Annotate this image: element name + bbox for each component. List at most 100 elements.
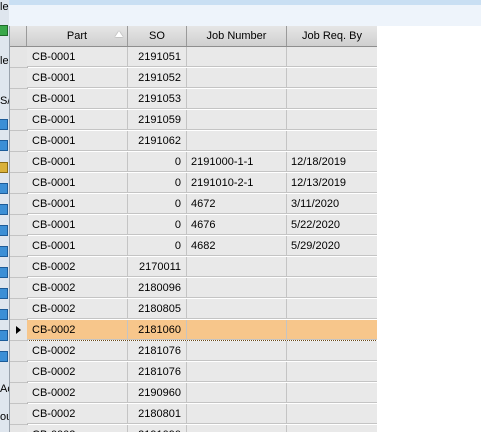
job-number-cell[interactable]: [187, 299, 287, 319]
row-selector[interactable]: [10, 131, 28, 152]
row-selector[interactable]: [10, 215, 28, 236]
row-selector[interactable]: [10, 404, 28, 425]
job-number-cell[interactable]: [187, 47, 287, 67]
table-row[interactable]: CB-0002 2170011: [10, 257, 378, 278]
table-row[interactable]: CB-0002 2180801: [10, 404, 378, 425]
part-cell[interactable]: CB-0002: [27, 383, 128, 403]
part-cell[interactable]: CB-0001: [27, 131, 128, 151]
row-selector[interactable]: [10, 110, 28, 131]
job-number-cell[interactable]: 2191010-2-1: [187, 173, 287, 193]
part-cell[interactable]: CB-0001: [27, 110, 128, 130]
job-number-cell[interactable]: [187, 89, 287, 109]
table-row[interactable]: CB-0001 2191052: [10, 68, 378, 89]
row-selector[interactable]: [10, 383, 28, 404]
job-req-by-cell[interactable]: [287, 110, 378, 130]
table-row[interactable]: CB-0002 2180096: [10, 278, 378, 299]
job-req-by-cell[interactable]: [287, 47, 378, 67]
part-cell[interactable]: CB-0001: [27, 194, 128, 214]
table-row[interactable]: CB-0001 0 4672 3/11/2020: [10, 194, 378, 215]
part-cell[interactable]: CB-0001: [27, 215, 128, 235]
so-cell[interactable]: 2170011: [128, 257, 187, 277]
part-cell[interactable]: CB-0002: [27, 320, 128, 340]
job-number-cell[interactable]: [187, 131, 287, 151]
column-header-part[interactable]: Part: [27, 26, 128, 46]
job-number-cell[interactable]: [187, 383, 287, 403]
so-cell[interactable]: 2191059: [128, 110, 187, 130]
job-req-by-cell[interactable]: [287, 278, 378, 298]
table-row[interactable]: CB-0002 2180805: [10, 299, 378, 320]
table-row[interactable]: CB-0001 2191062: [10, 131, 378, 152]
table-row[interactable]: CB-0002 2190960: [10, 383, 378, 404]
so-cell[interactable]: 2191053: [128, 89, 187, 109]
part-cell[interactable]: CB-0002: [27, 299, 128, 319]
table-row[interactable]: CB-0002 2181076: [10, 341, 378, 362]
job-req-by-cell[interactable]: [287, 299, 378, 319]
row-selector[interactable]: [10, 278, 28, 299]
job-number-cell[interactable]: [187, 110, 287, 130]
part-cell[interactable]: CB-0002: [27, 278, 128, 298]
so-cell[interactable]: 2181076: [128, 362, 187, 382]
table-row[interactable]: CB-0001 0 2191000-1-1 12/18/2019: [10, 152, 378, 173]
job-req-by-cell[interactable]: [287, 341, 378, 361]
part-cell[interactable]: CB-0001: [27, 68, 128, 88]
job-req-by-cell[interactable]: 5/29/2020: [287, 236, 378, 256]
table-row[interactable]: CB-0001 0 2191010-2-1 12/13/2019: [10, 173, 378, 194]
row-selector[interactable]: [10, 257, 28, 278]
row-selector-header[interactable]: [10, 26, 27, 46]
job-number-cell[interactable]: [187, 425, 287, 432]
column-header-so[interactable]: SO: [128, 26, 187, 46]
so-cell[interactable]: 2180805: [128, 299, 187, 319]
job-req-by-cell[interactable]: [287, 404, 378, 424]
row-selector[interactable]: [10, 89, 28, 110]
so-cell[interactable]: 2190960: [128, 383, 187, 403]
part-cell[interactable]: CB-0001: [27, 89, 128, 109]
so-cell[interactable]: 2180096: [128, 278, 187, 298]
so-cell[interactable]: 2191062: [128, 131, 187, 151]
row-selector[interactable]: [10, 362, 28, 383]
so-cell[interactable]: 2180801: [128, 404, 187, 424]
part-cell[interactable]: CB-0002: [27, 257, 128, 277]
table-row[interactable]: CB-0001 0 4676 5/22/2020: [10, 215, 378, 236]
job-number-cell[interactable]: 4682: [187, 236, 287, 256]
so-cell[interactable]: 0: [128, 215, 187, 235]
job-req-by-cell[interactable]: 3/11/2020: [287, 194, 378, 214]
job-number-cell[interactable]: [187, 320, 287, 340]
job-number-cell[interactable]: [187, 278, 287, 298]
table-row[interactable]: CB-0001 2191059: [10, 110, 378, 131]
part-cell[interactable]: CB-0001: [27, 173, 128, 193]
job-req-by-cell[interactable]: [287, 320, 378, 340]
row-selector[interactable]: [10, 152, 28, 173]
row-selector[interactable]: [10, 47, 28, 68]
job-number-cell[interactable]: [187, 362, 287, 382]
table-row[interactable]: CB-0002 2181076: [10, 362, 378, 383]
part-cell[interactable]: CB-0002: [27, 362, 128, 382]
job-number-cell[interactable]: [187, 404, 287, 424]
job-req-by-cell[interactable]: 12/13/2019: [287, 173, 378, 193]
job-number-cell[interactable]: [187, 68, 287, 88]
so-cell[interactable]: 2191052: [128, 68, 187, 88]
column-header-job-number[interactable]: Job Number: [187, 26, 287, 46]
so-cell[interactable]: 0: [128, 236, 187, 256]
table-row[interactable]: CB-0002 2181060: [10, 320, 378, 341]
job-req-by-cell[interactable]: 5/22/2020: [287, 215, 378, 235]
table-row[interactable]: CB-0001 2191053: [10, 89, 378, 110]
so-cell[interactable]: 2191090: [128, 425, 187, 432]
table-row[interactable]: CB-00022191090: [10, 425, 378, 432]
row-selector[interactable]: [10, 341, 28, 362]
part-cell[interactable]: CB-0002: [27, 425, 128, 432]
so-cell[interactable]: 2181060: [128, 320, 187, 340]
row-selector[interactable]: [10, 320, 28, 341]
so-cell[interactable]: 0: [128, 173, 187, 193]
row-selector[interactable]: [10, 236, 28, 257]
job-number-cell[interactable]: 2191000-1-1: [187, 152, 287, 172]
row-selector[interactable]: [10, 68, 28, 89]
so-cell[interactable]: 0: [128, 152, 187, 172]
part-cell[interactable]: CB-0001: [27, 236, 128, 256]
job-req-by-cell[interactable]: [287, 362, 378, 382]
part-cell[interactable]: CB-0002: [27, 404, 128, 424]
column-header-job-req-by[interactable]: Job Req. By: [287, 26, 378, 46]
part-cell[interactable]: CB-0001: [27, 47, 128, 67]
job-req-by-cell[interactable]: [287, 383, 378, 403]
table-row[interactable]: CB-0001 0 4682 5/29/2020: [10, 236, 378, 257]
job-req-by-cell[interactable]: [287, 425, 378, 432]
